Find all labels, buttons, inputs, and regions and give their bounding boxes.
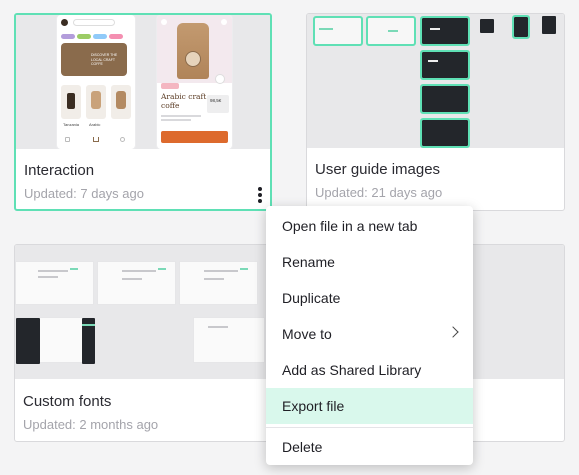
menu-item-export-file[interactable]: Export file <box>266 388 473 424</box>
more-options-icon[interactable] <box>252 184 268 206</box>
add-to-cart-button <box>161 131 228 143</box>
chevron-right-icon <box>447 326 459 338</box>
menu-item-rename[interactable]: Rename <box>266 244 473 280</box>
home-icon <box>93 137 99 142</box>
project-card-interaction[interactable]: DISCOVER THE LOCAL CRAFT COFFE Tanzania … <box>14 13 272 211</box>
promo-banner: DISCOVER THE LOCAL CRAFT COFFE <box>61 43 127 76</box>
heart-icon <box>215 74 225 84</box>
avatar <box>61 19 68 26</box>
menu-item-open-new-tab[interactable]: Open file in a new tab <box>266 208 473 244</box>
project-thumbnail: DISCOVER THE LOCAL CRAFT COFFE Tanzania … <box>16 15 270 149</box>
project-title: User guide images <box>315 161 441 178</box>
menu-item-move-to[interactable]: Move to <box>266 316 473 352</box>
menu-divider <box>266 427 473 428</box>
price-chip: 98,5€ <box>207 95 229 113</box>
back-icon <box>161 19 167 25</box>
context-menu: Open file in a new tab Rename Duplicate … <box>266 206 473 465</box>
menu-item-delete[interactable]: Delete <box>266 429 473 465</box>
project-updated: Updated: 21 days ago <box>315 185 443 200</box>
project-title: Interaction <box>24 162 95 179</box>
search-input <box>73 19 115 26</box>
menu-item-add-shared-library[interactable]: Add as Shared Library <box>266 352 473 388</box>
project-title: Custom fonts <box>23 393 112 410</box>
promo-banner-text: DISCOVER THE LOCAL CRAFT COFFE <box>91 53 118 66</box>
project-updated: Updated: 7 days ago <box>24 186 144 201</box>
product-title: Arabic craft coffe <box>161 92 207 110</box>
menu-item-duplicate[interactable]: Duplicate <box>266 280 473 316</box>
project-thumbnail <box>307 14 564 148</box>
item-label: Tanzania <box>63 122 80 127</box>
project-updated: Updated: 2 months ago <box>23 417 159 432</box>
coffee-bag-image <box>177 23 209 79</box>
phone-mockup-product: Arabic craft coffe 98,5€ <box>157 15 232 149</box>
price-text: 98,5€ <box>210 98 222 103</box>
item-label: Arabic <box>89 122 101 127</box>
project-card-user-guide-images[interactable]: User guide images Updated: 21 days ago <box>306 13 565 211</box>
projects-grid: DISCOVER THE LOCAL CRAFT COFFE Tanzania … <box>0 0 579 475</box>
menu-item-label: Move to <box>282 326 332 342</box>
close-icon <box>221 19 227 25</box>
phone-mockup-home: DISCOVER THE LOCAL CRAFT COFFE Tanzania … <box>57 15 135 149</box>
